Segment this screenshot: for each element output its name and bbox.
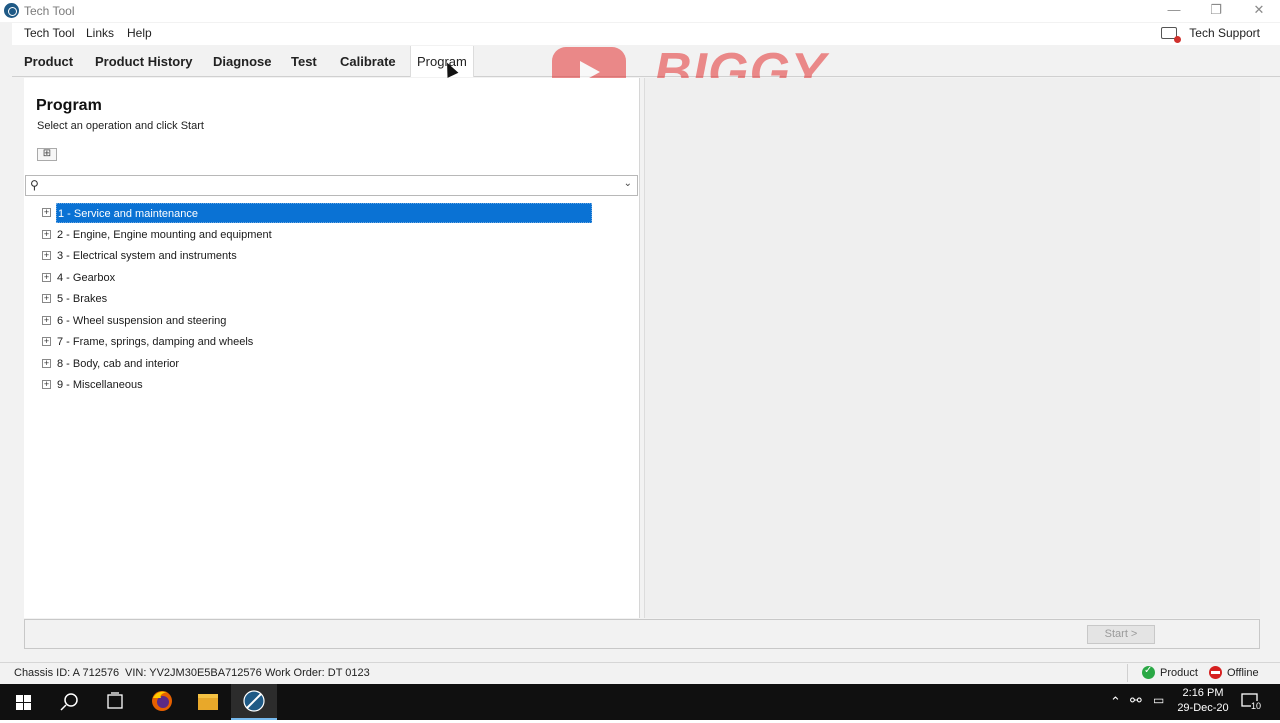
page-title: Program — [36, 97, 102, 114]
clock-date: 29-Dec-20 — [1177, 702, 1229, 714]
tree-item[interactable]: + 6 - Wheel suspension and steering — [24, 310, 640, 331]
tree-item[interactable]: + 4 - Gearbox — [24, 267, 640, 288]
network-icon[interactable]: ⚯ — [1130, 692, 1142, 709]
tech-tool-icon — [243, 690, 265, 712]
tree-item-label[interactable]: 5 - Brakes — [56, 289, 108, 309]
tree-item[interactable]: + 8 - Body, cab and interior — [24, 353, 640, 374]
product-status-label: Product — [1160, 667, 1198, 679]
tree-item[interactable]: + 9 - Miscellaneous — [24, 374, 640, 395]
tech-tool-window: Tech Tool — ❐ ✕ Tech Tool Links Help Tec… — [0, 0, 1280, 684]
status-divider — [1127, 664, 1128, 682]
menu-links[interactable]: Links — [80, 26, 120, 40]
tech-support-button[interactable]: Tech Support — [1161, 26, 1260, 43]
start-button[interactable]: Start > — [1087, 625, 1155, 644]
tree-item-label[interactable]: 9 - Miscellaneous — [56, 375, 144, 395]
check-circle-icon — [1142, 665, 1155, 679]
details-panel — [644, 78, 1260, 618]
tech-support-label: Tech Support — [1189, 26, 1260, 40]
menu-tech-tool[interactable]: Tech Tool — [18, 26, 80, 40]
expand-plus-icon[interactable]: + — [42, 230, 51, 239]
expand-plus-icon[interactable]: + — [42, 251, 51, 260]
expand-plus-icon[interactable]: + — [42, 359, 51, 368]
tab-diagnose[interactable]: Diagnose — [207, 46, 278, 77]
minimize-icon[interactable]: — — [1152, 0, 1196, 22]
battery-icon[interactable]: ▭ — [1153, 693, 1164, 707]
program-panel: Program Select an operation and click St… — [24, 78, 640, 618]
tree-item-label[interactable]: 4 - Gearbox — [56, 268, 116, 288]
show-hidden-icons-icon[interactable]: ⌃ — [1110, 694, 1121, 710]
tree-item-label[interactable]: 6 - Wheel suspension and steering — [56, 311, 227, 331]
tech-support-icon — [1161, 27, 1182, 43]
tab-test[interactable]: Test — [285, 46, 323, 77]
product-status: Product — [1142, 665, 1198, 679]
tree-item-label[interactable]: 2 - Engine, Engine mounting and equipmen… — [56, 225, 273, 245]
tab-calibrate[interactable]: Calibrate — [334, 46, 402, 77]
menu-bar: Tech Tool Links Help Tech Support — [12, 23, 1280, 45]
task-view-icon — [107, 692, 123, 709]
windows-taskbar: ⌃ ⚯ ▭ 2:16 PM 29-Dec-20 10 — [0, 684, 1280, 720]
tree-item[interactable]: + 1 - Service and maintenance — [24, 202, 640, 223]
tab-program[interactable]: Program — [410, 46, 474, 77]
tree-item-label[interactable]: 8 - Body, cab and interior — [56, 354, 180, 374]
expand-plus-icon[interactable]: + — [42, 380, 51, 389]
status-bar: Chassis ID: A 712576 VIN: YV2JM30E5BA712… — [0, 662, 1280, 682]
tab-product-history[interactable]: Product History — [89, 46, 199, 77]
tree-item-label[interactable]: 7 - Frame, springs, damping and wheels — [56, 332, 254, 352]
chassis-id: Chassis ID: A 712576 — [14, 667, 120, 679]
menu-help[interactable]: Help — [121, 26, 158, 40]
tree-item[interactable]: + 3 - Electrical system and instruments — [24, 245, 640, 266]
notifications-button[interactable]: 10 — [1240, 692, 1262, 712]
tree-item[interactable]: + 2 - Engine, Engine mounting and equipm… — [24, 224, 640, 245]
work-order: Work Order: DT 0123 — [265, 667, 370, 679]
expand-plus-icon[interactable]: + — [42, 273, 51, 282]
connection-status-label: Offline — [1227, 667, 1259, 679]
vin-number: VIN: YV2JM30E5BA712576 — [125, 667, 262, 679]
tree-item-label[interactable]: 3 - Electrical system and instruments — [56, 246, 238, 266]
firefox-button[interactable] — [139, 684, 185, 720]
expand-plus-icon[interactable]: + — [42, 337, 51, 346]
firefox-icon — [152, 691, 172, 711]
tree-item[interactable]: + 7 - Frame, springs, damping and wheels — [24, 331, 640, 352]
tab-product[interactable]: Product — [18, 46, 79, 77]
expand-all-button[interactable]: ⊞ — [37, 148, 57, 161]
search-combobox[interactable]: ⚲ ⌄ — [25, 175, 638, 196]
expand-plus-icon[interactable]: + — [42, 316, 51, 325]
page-subtitle: Select an operation and click Start — [37, 120, 204, 132]
windows-logo-icon — [16, 695, 31, 710]
tech-tool-taskbar-button[interactable] — [231, 684, 277, 720]
taskbar-clock[interactable]: 2:16 PM 29-Dec-20 — [1172, 686, 1234, 716]
search-icon — [60, 693, 78, 711]
chevron-down-icon[interactable]: ⌄ — [624, 178, 632, 189]
clock-time: 2:16 PM — [1182, 687, 1224, 699]
close-icon[interactable]: ✕ — [1237, 0, 1280, 22]
window-title: Tech Tool — [24, 4, 75, 18]
tech-tool-app-icon — [4, 3, 19, 18]
main-tab-bar: Product Product History Diagnose Test Ca… — [12, 46, 1280, 77]
tree-item-label[interactable]: 1 - Service and maintenance — [56, 203, 592, 223]
connection-status: Offline — [1209, 666, 1259, 679]
expand-plus-icon[interactable]: + — [42, 208, 51, 217]
folder-icon — [198, 694, 218, 710]
search-icon: ⚲ — [30, 178, 39, 192]
task-view-button[interactable] — [92, 684, 138, 720]
expand-plus-icon[interactable]: + — [42, 294, 51, 303]
taskbar-search-button[interactable] — [46, 684, 92, 720]
action-bar: Start > — [24, 619, 1260, 649]
title-bar: Tech Tool — ❐ ✕ — [0, 0, 1280, 22]
file-explorer-button[interactable] — [185, 684, 231, 720]
restore-icon[interactable]: ❐ — [1194, 0, 1238, 22]
search-input[interactable] — [46, 177, 616, 194]
notification-count: 10 — [1251, 701, 1262, 711]
offline-icon — [1209, 666, 1222, 679]
start-menu-button[interactable] — [0, 684, 46, 720]
tree-item[interactable]: + 5 - Brakes — [24, 288, 640, 309]
